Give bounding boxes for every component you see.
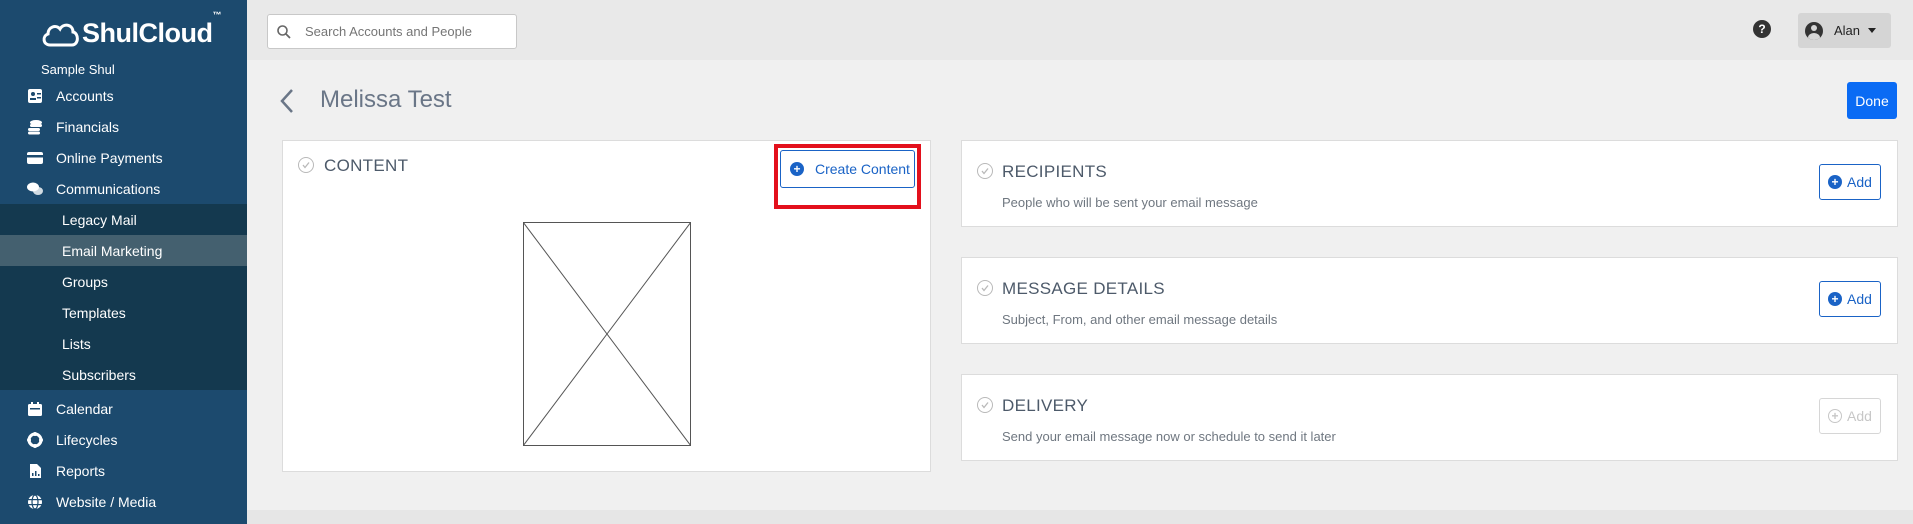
delivery-title: DELIVERY <box>1002 396 1089 415</box>
add-label: Add <box>1847 408 1872 424</box>
sidebar-nav: Accounts Financials Online Payments Comm… <box>0 80 247 517</box>
search-icon <box>277 24 291 39</box>
sidebar-item-financials[interactable]: Financials <box>0 111 247 142</box>
check-circle-icon <box>977 280 993 296</box>
sidebar-item-website-media[interactable]: Website / Media <box>0 486 247 517</box>
add-delivery-button[interactable]: + Add <box>1819 398 1881 434</box>
sidebar: ShulCloud™ Sample Shul Accounts Financia… <box>0 0 247 524</box>
delivery-card: DELIVERY Send your email message now or … <box>961 374 1898 461</box>
top-bar: ? Alan <box>247 0 1913 60</box>
organization-name: Sample Shul <box>41 62 115 77</box>
recipients-card: RECIPIENTS People who will be sent your … <box>961 140 1898 227</box>
sidebar-item-label: Calendar <box>56 400 113 417</box>
globe-icon <box>26 493 44 510</box>
user-menu-button[interactable]: Alan <box>1798 13 1891 48</box>
check-circle-icon <box>977 397 993 413</box>
sidebar-item-lifecycles[interactable]: Lifecycles <box>0 424 247 455</box>
subnav-item-templates[interactable]: Templates <box>0 297 247 328</box>
search-box[interactable] <box>267 14 517 49</box>
sidebar-item-label: Online Payments <box>56 149 163 166</box>
brand-name: ShulCloud™ <box>82 10 221 48</box>
coins-icon <box>26 119 44 135</box>
address-card-icon <box>26 88 44 104</box>
subnav-item-email-marketing[interactable]: Email Marketing <box>0 235 247 266</box>
add-recipients-button[interactable]: + Add <box>1819 164 1881 200</box>
sidebar-item-accounts[interactable]: Accounts <box>0 80 247 111</box>
communications-subnav: Legacy Mail Email Marketing Groups Templ… <box>0 204 247 390</box>
sidebar-item-label: Website / Media <box>56 493 157 510</box>
check-circle-icon <box>977 163 993 179</box>
message-details-title: MESSAGE DETAILS <box>1002 279 1165 298</box>
footer-strip <box>247 510 1913 524</box>
credit-card-icon <box>26 150 44 166</box>
sidebar-item-online-payments[interactable]: Online Payments <box>0 142 247 173</box>
recipients-title: RECIPIENTS <box>1002 162 1108 181</box>
add-label: Add <box>1847 291 1872 307</box>
sidebar-item-calendar[interactable]: Calendar <box>0 393 247 424</box>
recipients-description: People who will be sent your email messa… <box>1002 195 1258 210</box>
sidebar-item-reports[interactable]: Reports <box>0 455 247 486</box>
search-input[interactable] <box>305 24 505 39</box>
create-content-button[interactable]: + Create Content <box>780 150 915 188</box>
delivery-description: Send your email message now or schedule … <box>1002 429 1336 444</box>
shulcloud-logo[interactable]: ShulCloud™ <box>40 10 221 49</box>
sidebar-item-label: Reports <box>56 462 106 479</box>
subnav-item-legacy-mail[interactable]: Legacy Mail <box>0 204 247 235</box>
help-icon[interactable]: ? <box>1753 20 1771 38</box>
back-arrow-icon[interactable] <box>277 88 297 114</box>
image-placeholder <box>523 222 691 446</box>
sidebar-item-label: Accounts <box>56 87 114 104</box>
message-details-description: Subject, From, and other email message d… <box>1002 312 1278 327</box>
plus-circle-icon: + <box>1828 175 1843 189</box>
content-card: CONTENT + Create Content <box>282 140 931 472</box>
message-details-card: MESSAGE DETAILS Subject, From, and other… <box>961 257 1898 344</box>
sidebar-item-label: Lifecycles <box>56 431 118 448</box>
caret-down-icon <box>1868 28 1877 33</box>
page-title: Melissa Test <box>320 86 452 113</box>
add-message-details-button[interactable]: + Add <box>1819 281 1881 317</box>
plus-circle-icon: + <box>1828 292 1843 306</box>
report-icon <box>26 463 44 479</box>
add-label: Add <box>1847 174 1872 190</box>
calendar-icon <box>26 401 44 417</box>
lifecycle-icon <box>26 431 44 448</box>
done-button[interactable]: Done <box>1847 82 1897 119</box>
user-name: Alan <box>1834 23 1861 38</box>
comments-icon <box>26 181 44 197</box>
create-content-label: Create Content <box>815 161 910 177</box>
content-card-title: CONTENT <box>324 156 409 175</box>
sidebar-item-label: Communications <box>56 180 161 197</box>
plus-circle-icon: + <box>790 162 804 176</box>
subnav-item-lists[interactable]: Lists <box>0 328 247 359</box>
sidebar-item-label: Financials <box>56 118 120 135</box>
sidebar-item-communications[interactable]: Communications <box>0 173 247 204</box>
subnav-item-groups[interactable]: Groups <box>0 266 247 297</box>
user-avatar-icon <box>1805 21 1823 40</box>
check-circle-icon <box>298 157 314 173</box>
cloud-logo-icon <box>42 23 79 46</box>
plus-circle-icon: + <box>1828 409 1843 423</box>
subnav-item-subscribers[interactable]: Subscribers <box>0 359 247 390</box>
